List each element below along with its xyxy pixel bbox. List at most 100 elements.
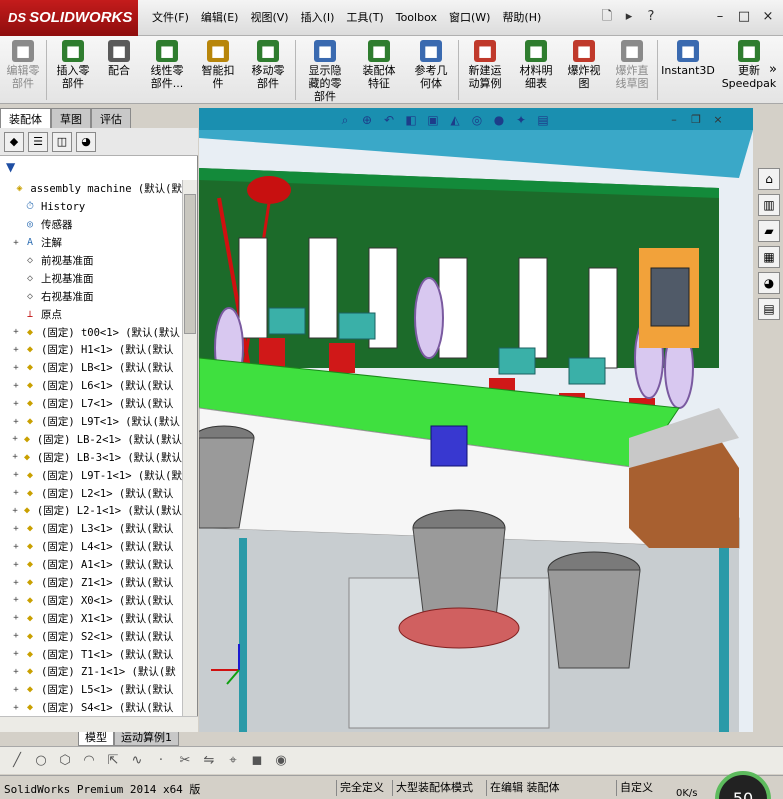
- tree-item[interactable]: + ◆ (固定) L9T<1> (默认(默认: [0, 413, 182, 431]
- filter-icon[interactable]: ▼: [6, 160, 15, 174]
- tree-item[interactable]: ⏱ History: [0, 198, 182, 216]
- viewport-restore-icon[interactable]: ❐: [688, 113, 704, 127]
- status-field-units[interactable]: 自定义: [616, 780, 653, 796]
- expand-icon[interactable]: +: [10, 470, 22, 480]
- expand-icon[interactable]: +: [10, 578, 22, 588]
- viewport-minimize-icon[interactable]: –: [666, 113, 682, 127]
- file-explorer-icon[interactable]: ▰: [758, 220, 780, 242]
- tree-item[interactable]: + ◆ (固定) L9T-1<1> (默认(默: [0, 466, 182, 484]
- polygon-icon[interactable]: ⬡: [56, 752, 74, 770]
- previous-view-icon[interactable]: ↶: [380, 111, 398, 129]
- expand-icon[interactable]: +: [10, 685, 22, 695]
- smart-dimension-icon[interactable]: ⇱: [104, 752, 122, 770]
- custom-properties-icon[interactable]: ▤: [758, 298, 780, 320]
- scrollbar-thumb[interactable]: [184, 194, 196, 334]
- expand-icon[interactable]: +: [10, 506, 20, 516]
- expand-icon[interactable]: +: [10, 417, 22, 427]
- tree-item[interactable]: + ◆ (固定) L4<1> (默认(默认: [0, 538, 182, 556]
- tree-item[interactable]: + ◆ (固定) H1<1> (默认(默认: [0, 341, 182, 359]
- scene-icon[interactable]: ✦: [512, 111, 530, 129]
- tree-item[interactable]: + ◆ (固定) A1<1> (默认(默认: [0, 556, 182, 574]
- command-button-13[interactable]: ■ Instant3D: [658, 36, 718, 104]
- tree-item[interactable]: ◈ assembly machine (默认(默: [0, 180, 182, 198]
- tree-item[interactable]: + ◆ (固定) LB-3<1> (默认(默认: [0, 448, 182, 466]
- view-settings-icon[interactable]: ▤: [534, 111, 552, 129]
- tree-item[interactable]: + ◆ (固定) L7<1> (默认(默认: [0, 395, 182, 413]
- tree-item[interactable]: + ◆ (固定) T1<1> (默认(默认: [0, 645, 182, 663]
- menu-item-6[interactable]: 窗口(W): [443, 0, 496, 36]
- open-icon[interactable]: ▸: [620, 8, 638, 26]
- tree-item[interactable]: + ◆ (固定) L2-1<1> (默认(默认: [0, 502, 182, 520]
- close-icon[interactable]: ×: [759, 8, 777, 26]
- expand-icon[interactable]: +: [10, 327, 22, 337]
- expand-icon[interactable]: +: [10, 560, 22, 570]
- trim-icon[interactable]: ✂: [176, 752, 194, 770]
- expand-icon[interactable]: +: [10, 524, 22, 534]
- command-button-6[interactable]: ■ 显示隐 藏的零 部件: [296, 36, 354, 104]
- viewport-close-icon[interactable]: ×: [710, 113, 726, 127]
- expand-icon[interactable]: +: [10, 238, 22, 248]
- minimize-icon[interactable]: –: [711, 8, 729, 26]
- hide-show-items-icon[interactable]: ◎: [468, 111, 486, 129]
- tab-2[interactable]: 评估: [91, 108, 131, 128]
- expand-icon[interactable]: +: [10, 434, 20, 444]
- solidworks-logo[interactable]: DS SOLIDWORKS: [0, 0, 138, 36]
- command-button-10[interactable]: ■ 材料明 细表: [511, 36, 561, 104]
- tree-item[interactable]: ⊥ 原点: [0, 305, 182, 323]
- expand-icon[interactable]: +: [10, 345, 22, 355]
- expand-icon[interactable]: +: [10, 667, 22, 677]
- help-icon[interactable]: ?: [642, 8, 660, 26]
- command-button-11[interactable]: ■ 爆炸视 图: [561, 36, 607, 104]
- menu-item-2[interactable]: 视图(V): [244, 0, 294, 36]
- tree-item[interactable]: + ◆ (固定) S4<1> (默认(默认: [0, 699, 182, 717]
- tree-item[interactable]: + A 注解: [0, 234, 182, 252]
- expand-icon[interactable]: +: [10, 631, 22, 641]
- feature-tree-tab-icon[interactable]: ◆: [4, 132, 24, 152]
- expand-icon[interactable]: +: [10, 363, 22, 373]
- tree-item[interactable]: + ◆ (固定) X0<1> (默认(默认: [0, 591, 182, 609]
- command-button-2[interactable]: ■ 配合: [99, 36, 139, 104]
- tree-item[interactable]: + ◆ (固定) t00<1> (默认(默认: [0, 323, 182, 341]
- tree-vertical-scrollbar[interactable]: [182, 180, 197, 716]
- tree-item[interactable]: + ◆ (固定) Z1-1<1> (默认(默: [0, 663, 182, 681]
- tree-item[interactable]: + ◆ (固定) LB-2<1> (默认(默认: [0, 430, 182, 448]
- view-orientation-icon[interactable]: ▣: [424, 111, 442, 129]
- tree-item[interactable]: + ◆ (固定) L3<1> (默认(默认: [0, 520, 182, 538]
- property-manager-tab-icon[interactable]: ☰: [28, 132, 48, 152]
- menu-item-7[interactable]: 帮助(H): [496, 0, 547, 36]
- tree-item[interactable]: + ◆ (固定) Z1<1> (默认(默认: [0, 574, 182, 592]
- mate-icon[interactable]: ⌖: [224, 752, 242, 770]
- tree-item[interactable]: ◎ 传感器: [0, 216, 182, 234]
- spline-icon[interactable]: ∿: [128, 752, 146, 770]
- tree-item[interactable]: ◇ 上视基准面: [0, 269, 182, 287]
- zoom-area-icon[interactable]: ⊕: [358, 111, 376, 129]
- tree-item[interactable]: + ◆ (固定) L5<1> (默认(默认: [0, 681, 182, 699]
- arc-icon[interactable]: ◠: [80, 752, 98, 770]
- appearances-icon[interactable]: ◕: [758, 272, 780, 294]
- tree-horizontal-scrollbar[interactable]: [0, 716, 198, 732]
- zoom-to-fit-icon[interactable]: ⌕: [336, 111, 354, 129]
- display-manager-tab-icon[interactable]: ◕: [76, 132, 96, 152]
- configuration-tab-icon[interactable]: ◫: [52, 132, 72, 152]
- tree-item[interactable]: + ◆ (固定) X1<1> (默认(默认: [0, 609, 182, 627]
- tab-1[interactable]: 草图: [51, 108, 91, 128]
- expand-icon[interactable]: +: [10, 542, 22, 552]
- expand-icon[interactable]: +: [10, 703, 22, 713]
- design-library-icon[interactable]: ▥: [758, 194, 780, 216]
- command-button-4[interactable]: ■ 智能扣 件: [195, 36, 241, 104]
- maximize-icon[interactable]: □: [735, 8, 753, 26]
- tree-item[interactable]: + ◆ (固定) L2<1> (默认(默认: [0, 484, 182, 502]
- menu-item-5[interactable]: Toolbox: [390, 0, 443, 36]
- tab-0[interactable]: 装配体: [0, 108, 51, 128]
- tree-item[interactable]: ◇ 前视基准面: [0, 252, 182, 270]
- tree-item[interactable]: + ◆ (固定) LB<1> (默认(默认: [0, 359, 182, 377]
- menu-item-0[interactable]: 文件(F): [146, 0, 195, 36]
- new-document-icon[interactable]: 🗋: [598, 8, 616, 26]
- expand-icon[interactable]: +: [10, 381, 22, 391]
- menu-item-4[interactable]: 工具(T): [340, 0, 389, 36]
- expand-icon[interactable]: +: [10, 649, 22, 659]
- line-icon[interactable]: ╱: [8, 752, 26, 770]
- circle-icon[interactable]: ○: [32, 752, 50, 770]
- expand-icon[interactable]: +: [10, 613, 22, 623]
- bottom-tab-1[interactable]: 运动算例1: [114, 732, 179, 746]
